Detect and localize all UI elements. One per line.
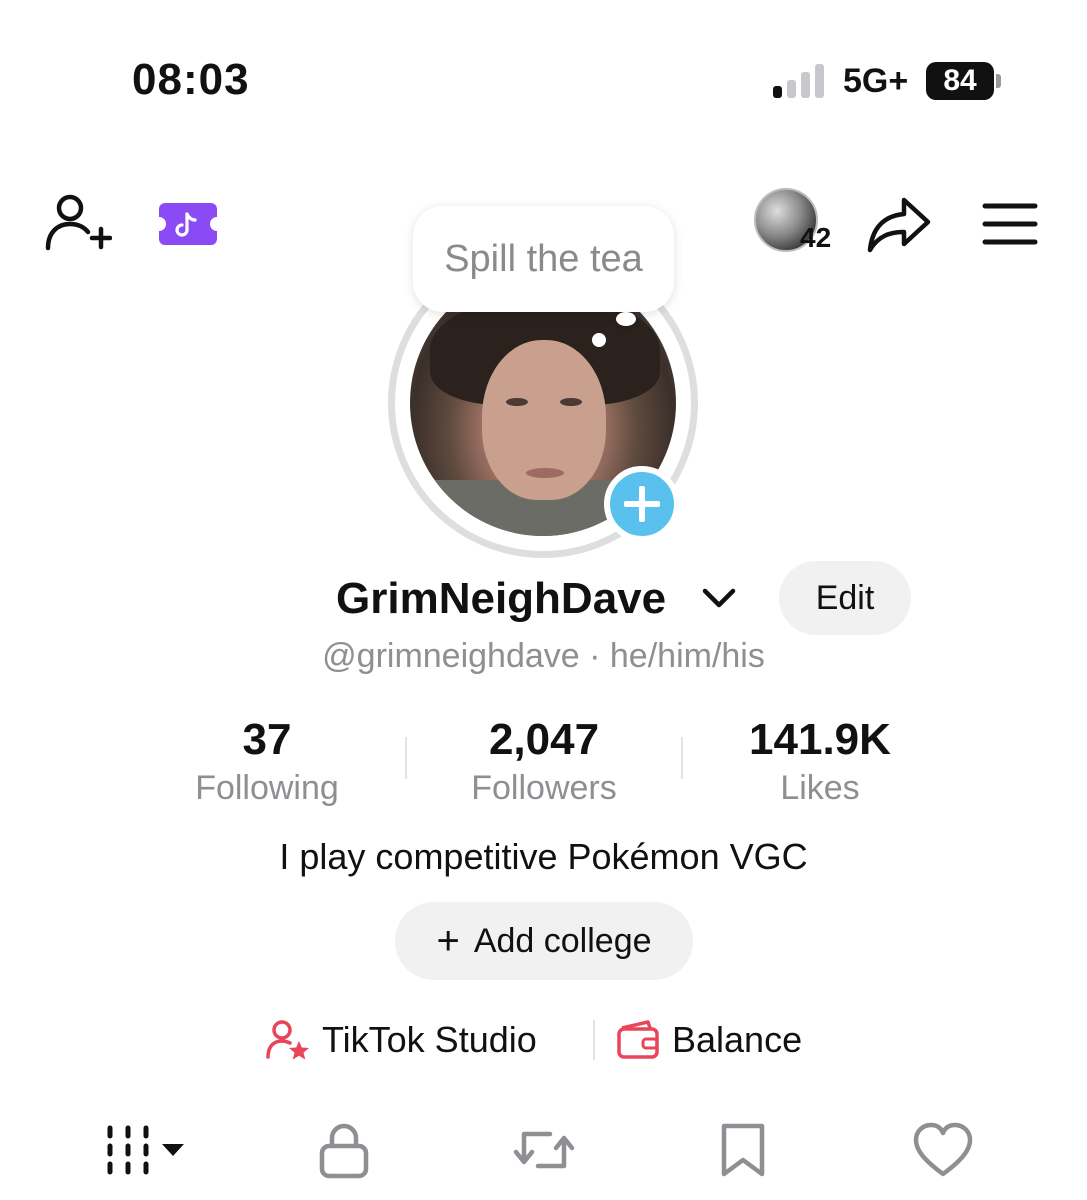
stories-count-badge: 42 bbox=[800, 222, 832, 253]
battery-nub bbox=[996, 74, 1001, 88]
signal-icon bbox=[773, 64, 829, 98]
following-count: 37 bbox=[242, 715, 292, 764]
network-type: 5G+ bbox=[843, 62, 909, 100]
add-friend-button[interactable] bbox=[44, 192, 113, 254]
tab-reposts[interactable] bbox=[510, 1120, 578, 1180]
stat-divider bbox=[681, 737, 683, 779]
creator-links-row: TikTok Studio Balance bbox=[0, 1012, 1087, 1068]
add-college-button[interactable]: + Add college bbox=[395, 902, 693, 980]
status-time: 08:03 bbox=[132, 55, 250, 104]
heart-icon bbox=[913, 1122, 973, 1177]
add-avatar-plus-icon[interactable] bbox=[604, 466, 680, 542]
tab-videos[interactable] bbox=[104, 1120, 190, 1180]
bookmark-icon bbox=[721, 1123, 765, 1177]
following-label: Following bbox=[195, 769, 339, 807]
followers-label: Followers bbox=[471, 769, 617, 807]
balance-label: Balance bbox=[672, 1019, 803, 1060]
share-arrow-icon bbox=[867, 197, 931, 253]
plus-icon: + bbox=[436, 918, 460, 963]
repost-icon bbox=[513, 1131, 575, 1169]
tiktok-ticket-button[interactable] bbox=[157, 201, 219, 247]
ticket-icon bbox=[159, 203, 217, 245]
lock-icon bbox=[319, 1123, 369, 1179]
note-bubble[interactable]: Spill the tea bbox=[413, 206, 674, 312]
profile-bio: I play competitive Pokémon VGC bbox=[279, 836, 808, 877]
likes-label: Likes bbox=[780, 769, 860, 807]
share-button[interactable] bbox=[866, 194, 932, 254]
bubble-tail-dot-small bbox=[592, 333, 606, 347]
links-divider bbox=[593, 1020, 595, 1060]
stat-divider bbox=[405, 737, 407, 779]
likes-count: 141.9K bbox=[749, 715, 891, 764]
tiktok-studio-label: TikTok Studio bbox=[322, 1019, 537, 1060]
grid-icon bbox=[107, 1125, 184, 1175]
followers-stat[interactable]: 2,047 Followers bbox=[414, 715, 674, 808]
tab-favorites[interactable] bbox=[718, 1120, 768, 1180]
edit-profile-button[interactable]: Edit bbox=[779, 561, 911, 635]
following-stat[interactable]: 37 Following bbox=[137, 715, 397, 808]
tab-private[interactable] bbox=[316, 1120, 372, 1180]
add-college-label: Add college bbox=[473, 921, 652, 960]
add-person-icon bbox=[45, 194, 113, 251]
balance-link[interactable]: Balance bbox=[616, 1012, 802, 1068]
likes-stat[interactable]: 141.9K Likes bbox=[690, 715, 950, 808]
studio-person-star-icon bbox=[266, 1020, 309, 1060]
tiktok-studio-link[interactable]: TikTok Studio bbox=[266, 1012, 537, 1068]
note-bubble-text: Spill the tea bbox=[444, 237, 643, 280]
followers-count: 2,047 bbox=[488, 715, 600, 764]
account-switch-chevron-icon[interactable] bbox=[700, 584, 738, 612]
hamburger-menu-icon bbox=[982, 203, 1038, 245]
wallet-icon bbox=[617, 1020, 659, 1059]
profile-name[interactable]: GrimNeighDave bbox=[336, 574, 666, 624]
username-pronouns: @grimneighdave · he/him/his bbox=[322, 637, 765, 675]
battery-icon: 84 bbox=[926, 62, 994, 100]
bubble-tail-dot bbox=[616, 312, 636, 326]
menu-button[interactable] bbox=[982, 201, 1038, 247]
tab-liked[interactable] bbox=[912, 1120, 974, 1180]
profile-page: 08:03 5G+ 84 42 Spill the tea GrimNeighD… bbox=[0, 0, 1087, 1200]
